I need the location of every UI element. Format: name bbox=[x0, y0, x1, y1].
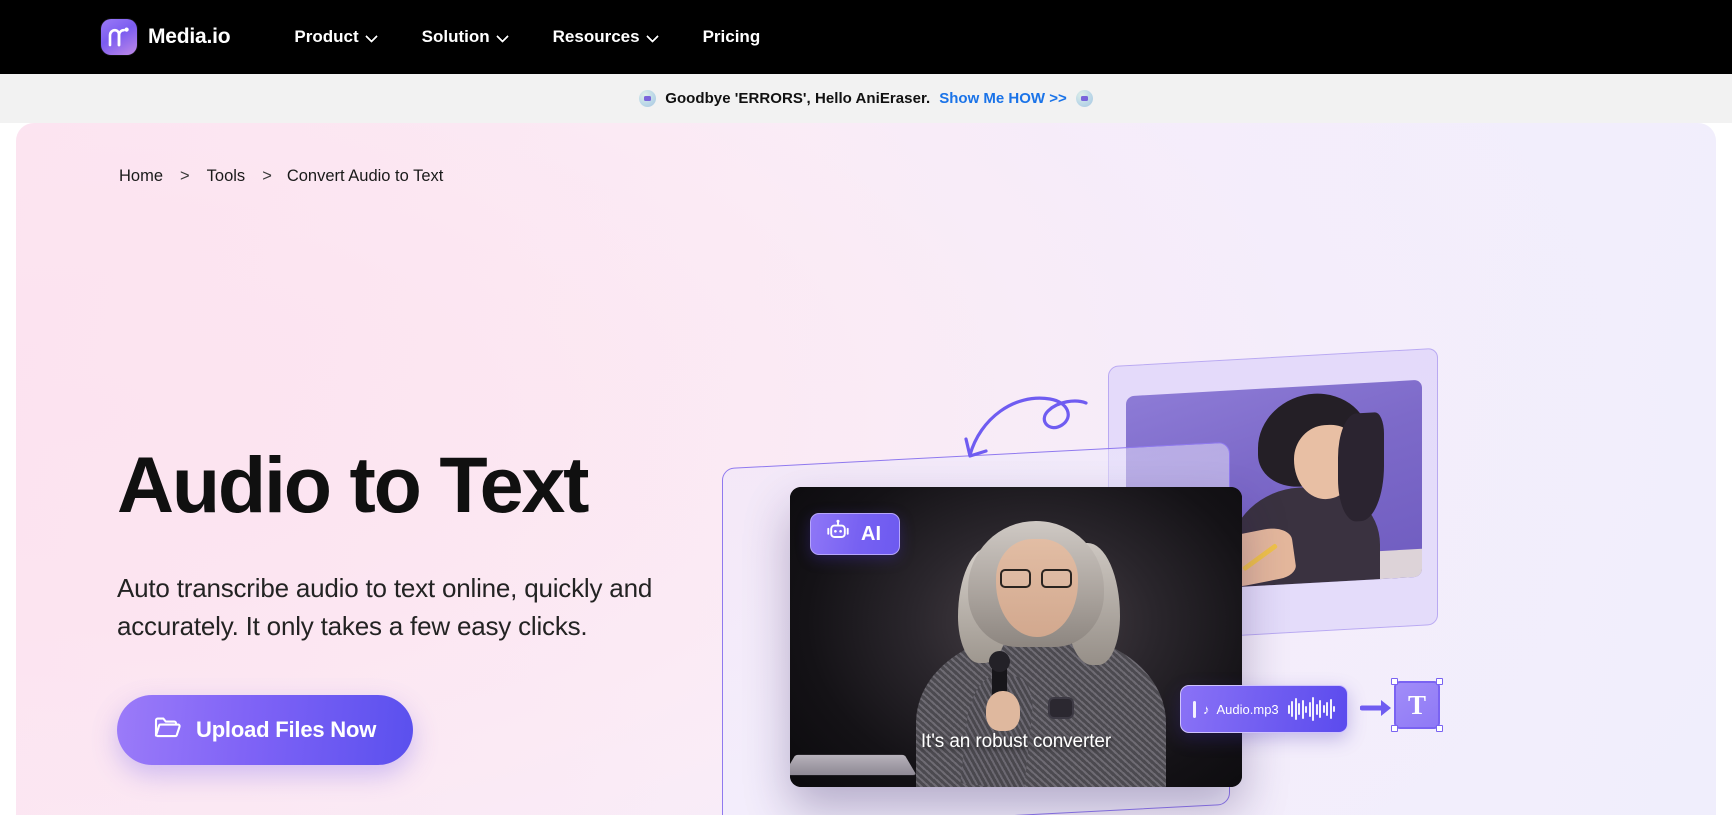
upload-files-button[interactable]: Upload Files Now bbox=[117, 695, 414, 766]
chevron-down-icon bbox=[498, 31, 509, 42]
arrow-right-icon bbox=[1359, 697, 1394, 724]
sparkle-bubble-emoji bbox=[1075, 90, 1093, 107]
hero-copy-block: Audio to Text Auto transcribe audio to t… bbox=[117, 440, 737, 766]
chevron-down-icon bbox=[648, 31, 659, 42]
top-navigation-bar: Media.io Product Solution Resources Pric… bbox=[0, 0, 1732, 74]
upload-button-label: Upload Files Now bbox=[196, 717, 377, 743]
text-output-box: T bbox=[1391, 678, 1443, 732]
robot-icon bbox=[825, 519, 851, 549]
curved-arrow-icon bbox=[962, 385, 1090, 480]
breadcrumb-separator: > bbox=[262, 167, 272, 185]
sparkle-bubble-emoji bbox=[639, 90, 657, 107]
brand-logo[interactable]: Media.io bbox=[101, 19, 231, 55]
nav-item-product[interactable]: Product bbox=[276, 17, 399, 57]
folder-open-icon bbox=[154, 716, 181, 745]
nav-item-resources[interactable]: Resources bbox=[531, 17, 681, 57]
nav-item-pricing[interactable]: Pricing bbox=[681, 17, 783, 57]
text-box-label: T bbox=[1407, 689, 1426, 720]
resize-handle-bottom-left[interactable] bbox=[1391, 725, 1398, 732]
nav-item-label: Solution bbox=[421, 27, 490, 46]
hero-subtitle: Auto transcribe audio to text online, qu… bbox=[117, 573, 653, 641]
nav-item-label: Resources bbox=[552, 27, 640, 46]
video-laptop bbox=[790, 754, 917, 776]
breadcrumb-item-current: Convert Audio to Text bbox=[286, 167, 444, 185]
nav-item-label: Product bbox=[294, 27, 359, 46]
waveform-icon bbox=[1287, 697, 1336, 721]
page-title: Audio to Text bbox=[117, 440, 589, 529]
nav-item-label: Pricing bbox=[702, 27, 761, 46]
hero-section-wrapper: Home > Tools > Convert Audio to Text Aud… bbox=[0, 123, 1732, 815]
chevron-down-icon bbox=[367, 31, 378, 42]
breadcrumb: Home > Tools > Convert Audio to Text bbox=[117, 167, 443, 186]
announcement-cta-link[interactable]: Show Me HOW >> bbox=[939, 90, 1067, 107]
main-nav-links: Product Solution Resources Pricing bbox=[276, 17, 782, 57]
media-io-logo-icon bbox=[101, 19, 137, 55]
audio-file-chip: ♪ Audio.mp3 bbox=[1180, 685, 1348, 733]
video-speaker-body bbox=[916, 635, 1166, 787]
brand-name: Media.io bbox=[148, 25, 231, 48]
breadcrumb-item-home[interactable]: Home bbox=[117, 167, 165, 186]
ai-badge: AI bbox=[810, 513, 900, 555]
breadcrumb-item-tools[interactable]: Tools bbox=[205, 167, 248, 186]
resize-handle-top-left[interactable] bbox=[1391, 678, 1398, 685]
resize-handle-top-right[interactable] bbox=[1436, 678, 1443, 685]
breadcrumb-separator: > bbox=[180, 167, 190, 185]
photo-person-hair-side bbox=[1338, 411, 1384, 523]
video-speaker-hand bbox=[986, 691, 1020, 731]
hero-illustration: It's an robust converter AI ♪ Audio.mp3 bbox=[722, 345, 1462, 815]
nav-item-solution[interactable]: Solution bbox=[400, 17, 531, 57]
video-speaker-glasses bbox=[1000, 569, 1072, 588]
ai-badge-label: AI bbox=[861, 522, 881, 545]
video-speaker-watch bbox=[1048, 697, 1074, 719]
announcement-text: Goodbye 'ERRORS', Hello AniEraser. bbox=[665, 90, 931, 107]
music-note-icon: ♪ bbox=[1203, 701, 1210, 717]
resize-handle-bottom-right[interactable] bbox=[1436, 725, 1443, 732]
video-caption-text: It's an robust converter bbox=[920, 731, 1112, 752]
announcement-banner[interactable]: Goodbye 'ERRORS', Hello AniEraser. Show … bbox=[0, 74, 1732, 123]
hero-section: Home > Tools > Convert Audio to Text Aud… bbox=[16, 123, 1716, 815]
audio-file-name: Audio.mp3 bbox=[1216, 701, 1279, 717]
chip-left-bar bbox=[1193, 700, 1196, 718]
